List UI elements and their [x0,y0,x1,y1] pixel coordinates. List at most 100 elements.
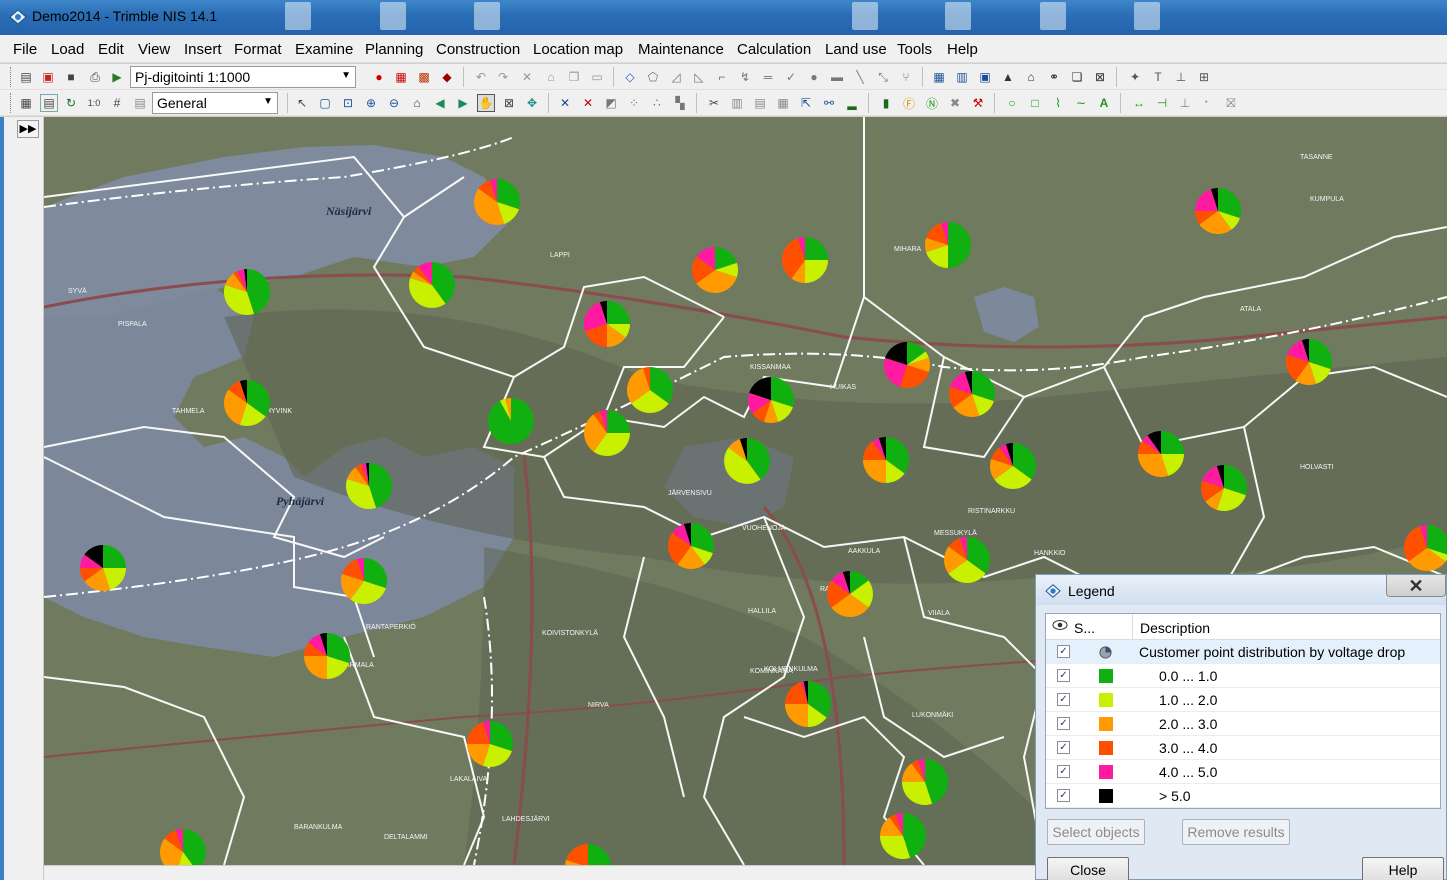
menu-edit[interactable]: Edit [98,41,124,58]
undo-icon[interactable]: ↶ [472,68,490,86]
menu-load[interactable]: Load [51,41,84,58]
hierarchy-icon[interactable]: ⊥ [1172,68,1190,86]
window-icon[interactable]: ▢ [316,94,334,112]
link-icon[interactable]: ⚯ [820,94,838,112]
refresh-icon[interactable]: ↻ [62,94,80,112]
export-icon[interactable]: ⇱ [797,94,815,112]
layer-copy-icon[interactable]: ▩ [415,68,433,86]
segment-icon[interactable]: ▬ [828,68,846,86]
rectangle-draw-icon[interactable]: □ [1026,94,1044,112]
help-button[interactable]: Help [1362,857,1444,880]
remove-results-button[interactable]: Remove results [1182,819,1290,845]
expand-panel-button[interactable]: ▶▶ [17,120,39,138]
select-area-icon[interactable]: ◇ [621,68,639,86]
text-draw-icon[interactable]: A [1095,94,1113,112]
eraser-icon[interactable]: ⊠ [1091,68,1109,86]
menu-tools[interactable]: Tools [897,41,932,58]
preview-icon[interactable]: ▶ [108,68,126,86]
layer-red-icon[interactable]: ● [370,68,388,86]
edit-area-icon[interactable]: ◩ [602,94,620,112]
zoom-window-icon[interactable]: ⊡ [339,94,357,112]
stamp-icon[interactable]: ⌂ [542,68,560,86]
dots-icon[interactable]: ∴ [648,94,666,112]
layers-icon[interactable]: ▤ [40,94,58,112]
legend-row[interactable]: ✓ 0.0 ... 1.0 [1046,664,1440,688]
station-icon[interactable]: ⌂ [1022,68,1040,86]
menu-format[interactable]: Format [234,41,282,58]
polyline-draw-icon[interactable]: ⌇ [1049,94,1067,112]
toolbar-grip[interactable] [10,93,13,113]
back-icon[interactable]: ◀ [431,94,449,112]
column-divider[interactable] [1132,614,1133,640]
menu-construction[interactable]: Construction [436,41,520,58]
document-icon[interactable]: ❏ [1068,68,1086,86]
node-icon[interactable]: ⌐ [713,68,731,86]
view-scale-combo[interactable]: Pj-digitointi 1:1000 ▼ [130,66,356,88]
columns-icon[interactable]: ▥ [728,94,746,112]
legend-row-checkbox[interactable]: ✓ [1057,789,1070,802]
legend-row[interactable]: ✓ 4.0 ... 5.0 [1046,760,1440,784]
copy-icon[interactable]: ❐ [565,68,583,86]
dimension-icon[interactable]: ↔ [1130,94,1148,112]
legend-row[interactable]: ✓ > 5.0 [1046,784,1440,808]
print-icon[interactable]: ⎙ [86,68,104,86]
legend-row-checkbox[interactable]: ✓ [1057,645,1070,658]
polygon-icon[interactable]: ⬠ [644,68,662,86]
scale-icon[interactable]: 1:0 [85,94,103,112]
circle-draw-icon[interactable]: ○ [1003,94,1021,112]
route-icon[interactable]: ↯ [736,68,754,86]
triangle-icon[interactable]: ◺ [690,68,708,86]
paste-icon[interactable]: ▭ [588,68,606,86]
home-icon[interactable]: ⌂ [408,94,426,112]
cross-red-icon[interactable]: ✕ [579,94,597,112]
move-icon[interactable]: ✥ [523,94,541,112]
horizontal-scrollbar[interactable] [44,865,1044,880]
clear-icon[interactable]: ⊠ [500,94,518,112]
panel-icon[interactable]: ▤ [751,94,769,112]
save-icon[interactable]: ▣ [39,68,57,86]
pointer-star-icon[interactable]: ✦ [1126,68,1144,86]
legend-row[interactable]: ✓ 3.0 ... 4.0 [1046,736,1440,760]
connector-icon[interactable]: ⚭ [1045,68,1063,86]
tool-red-icon[interactable]: ⚒ [969,94,987,112]
legend-titlebar[interactable]: Legend ✕ [1036,575,1446,605]
column-header-description[interactable]: Description [1140,620,1210,636]
close-button[interactable]: Close [1047,857,1129,880]
hatch-icon[interactable]: ⛝ [1222,94,1240,112]
toolbar-grip[interactable] [10,67,13,87]
style-combo[interactable]: General ▼ [152,92,278,114]
blocks-icon[interactable]: ▚ [671,94,689,112]
menu-calculation[interactable]: Calculation [737,41,811,58]
diagonal-icon[interactable]: ╲ [851,68,869,86]
snap-icon[interactable]: ⊥ [1176,94,1194,112]
legend-row-checkbox[interactable]: ✓ [1057,693,1070,706]
menu-maintenance[interactable]: Maintenance [638,41,724,58]
tram-icon[interactable]: ▥ [953,68,971,86]
zoom-out-icon[interactable]: ⊖ [385,94,403,112]
point-icon[interactable]: ● [805,68,823,86]
x-grey-icon[interactable]: ✖ [946,94,964,112]
grid-toggle-icon[interactable]: # [108,94,126,112]
delete-icon[interactable]: ■ [62,68,80,86]
f-circle-icon[interactable]: Ⓕ [900,94,918,112]
disk-icon[interactable]: ▣ [976,68,994,86]
layer-stack-icon[interactable]: ▦ [392,68,410,86]
pointer-icon[interactable]: ↖ [293,94,311,112]
legend-row-checkbox[interactable]: ✓ [1057,669,1070,682]
legend-row[interactable]: ✓ Customer point distribution by voltage… [1046,640,1440,664]
report-icon[interactable]: ▦ [774,94,792,112]
style-icon[interactable]: ▤ [131,94,149,112]
menu-insert[interactable]: Insert [184,41,222,58]
menu-land-use[interactable]: Land use [825,41,887,58]
legend-row-checkbox[interactable]: ✓ [1057,741,1070,754]
dots-small-icon[interactable]: ⠂ [1199,94,1217,112]
line-edit-icon[interactable]: ◿ [667,68,685,86]
grid-icon[interactable]: ▦ [930,68,948,86]
check-line-icon[interactable]: ✓ [782,68,800,86]
zoom-in-icon[interactable]: ⊕ [362,94,380,112]
table-icon[interactable]: ▦ [17,94,35,112]
measure-icon[interactable]: ✕ [556,94,574,112]
menu-examine[interactable]: Examine [295,41,353,58]
n-circle-icon[interactable]: Ⓝ [923,94,941,112]
network-icon[interactable]: ⊞ [1195,68,1213,86]
